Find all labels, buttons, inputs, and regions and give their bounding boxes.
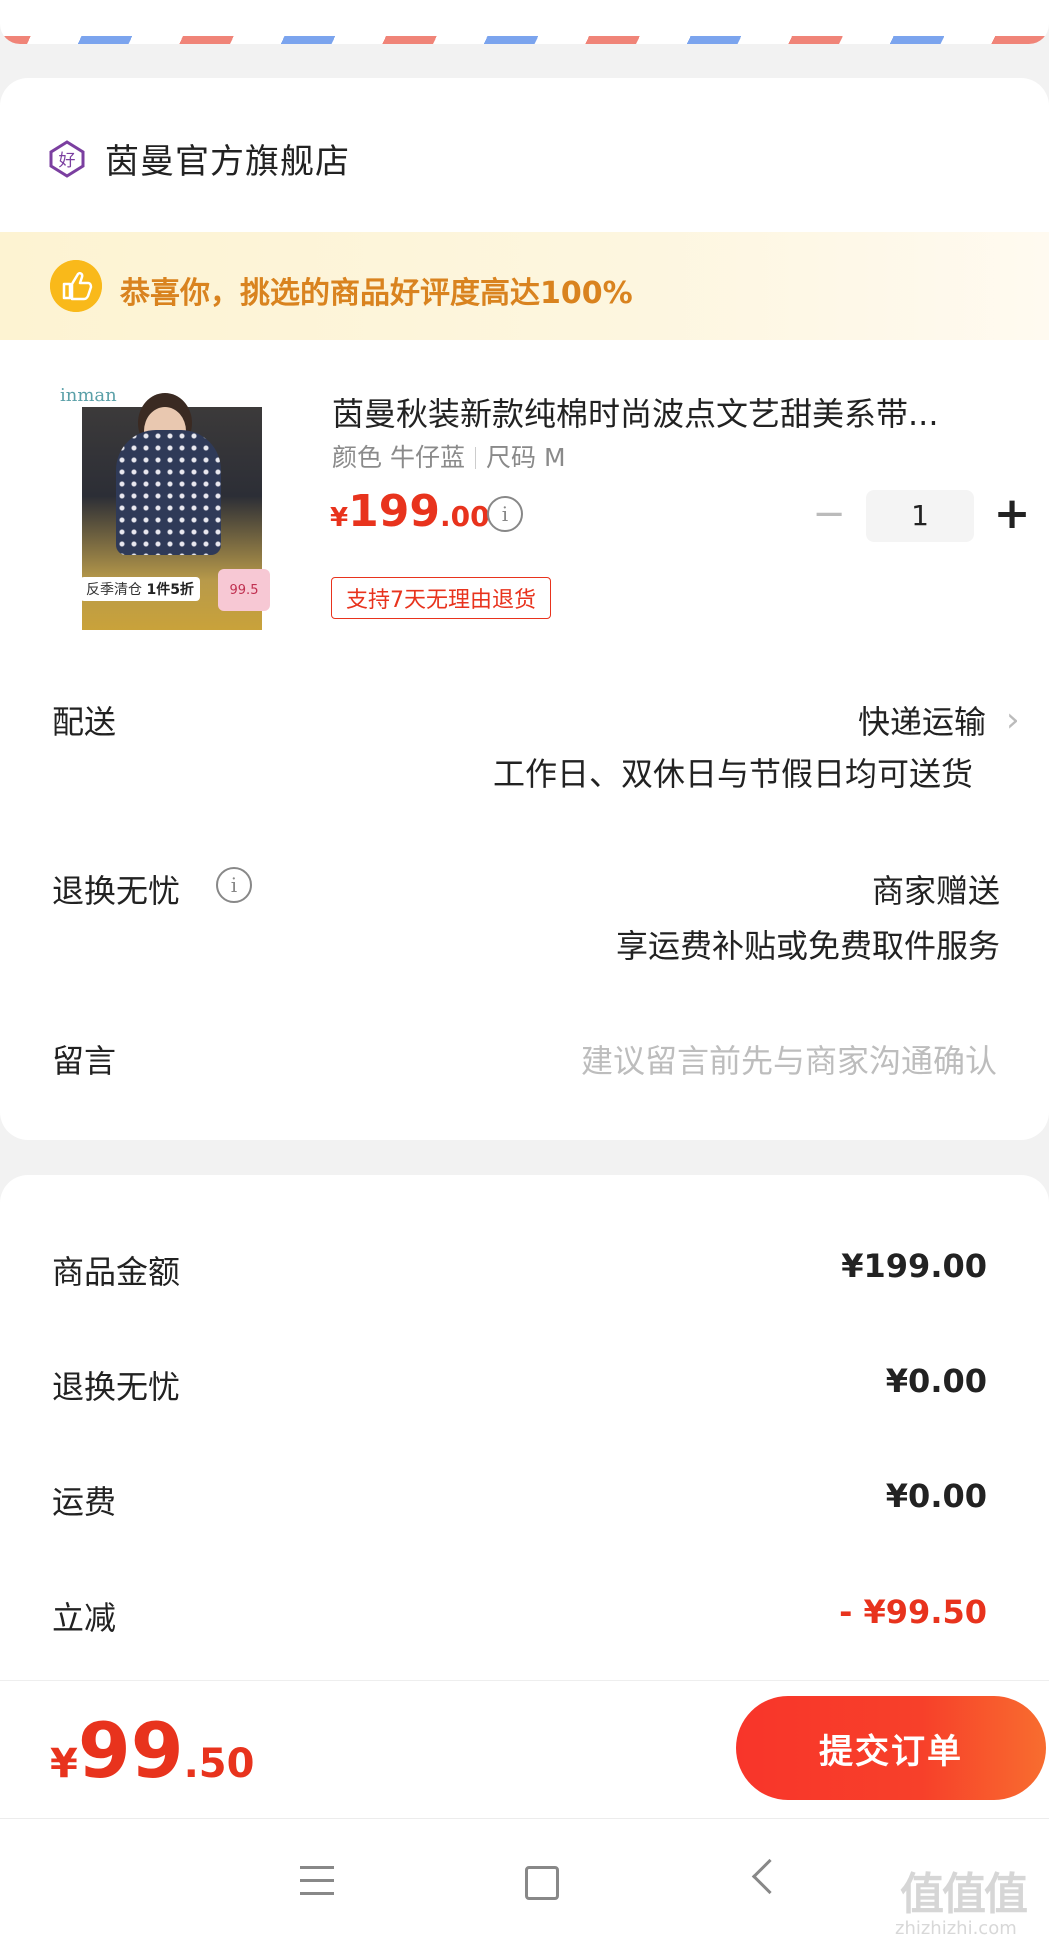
goods-amount-label: 商品金额: [52, 1253, 181, 1291]
product-thumbnail[interactable]: inman 反季清仓 1件5折 99.5: [56, 385, 271, 630]
clearance-tag: 反季清仓 1件5折: [80, 577, 200, 601]
home-icon[interactable]: [525, 1866, 559, 1900]
discount-value: - ¥99.50: [839, 1593, 987, 1631]
menu-icon[interactable]: [300, 1866, 334, 1896]
model-blouse: [116, 430, 221, 555]
worry-free-info-icon[interactable]: i: [216, 867, 252, 903]
worry-free-note: 享运费补贴或免费取件服务: [615, 927, 1000, 965]
rating-banner-text: 恭喜你，挑选的商品好评度高达100%: [120, 276, 633, 311]
shop-badge-icon: 好: [49, 140, 85, 178]
price-info-icon[interactable]: i: [487, 496, 523, 532]
shop-name[interactable]: 茵曼官方旗舰店: [105, 134, 350, 183]
thumbs-up-icon: [50, 260, 102, 312]
delivery-note: 工作日、双休日与节假日均可送货: [492, 755, 973, 793]
message-label: 留言: [52, 1042, 117, 1080]
worry-free-fee-value: ¥0.00: [885, 1362, 987, 1400]
price-reference-tag: 99.5: [218, 569, 270, 611]
watermark-url: zhizhizhi.com: [895, 1918, 1017, 1939]
shipping-value: ¥0.00: [885, 1477, 987, 1515]
svg-text:好: 好: [59, 151, 76, 171]
worry-free-fee-label: 退换无忧: [52, 1368, 181, 1406]
refund-policy-tag: 支持7天无理由退货: [331, 577, 551, 619]
delivery-method[interactable]: 快递运输: [858, 697, 986, 743]
goods-amount-value: ¥199.00: [841, 1247, 987, 1285]
chevron-right-icon[interactable]: ›: [1006, 700, 1020, 740]
discount-label: 立减: [52, 1599, 117, 1637]
product-spec[interactable]: 颜色 牛仔蓝 尺码 M: [332, 438, 566, 474]
shipping-label: 运费: [52, 1483, 117, 1521]
worry-free-value: 商家赠送: [871, 872, 1000, 910]
delivery-label: 配送: [52, 703, 117, 741]
quantity-increase-button[interactable]: +: [992, 492, 1032, 536]
brand-logo: inman: [60, 385, 117, 406]
worry-free-label: 退换无忧: [52, 872, 181, 910]
quantity-decrease-button[interactable]: −: [812, 494, 846, 534]
message-input[interactable]: 建议留言前先与商家沟通确认: [581, 1036, 997, 1082]
total-price: ¥99.50: [50, 1706, 255, 1795]
product-price: ¥199.00: [330, 486, 490, 537]
quantity-input[interactable]: 1: [866, 490, 974, 542]
submit-order-button[interactable]: 提交订单: [736, 1696, 1046, 1800]
product-title[interactable]: 茵曼秋装新款纯棉时尚波点文艺甜美系带...: [332, 389, 1022, 435]
envelope-stripe: [0, 0, 1049, 44]
watermark: 值值值: [900, 1869, 1028, 1920]
